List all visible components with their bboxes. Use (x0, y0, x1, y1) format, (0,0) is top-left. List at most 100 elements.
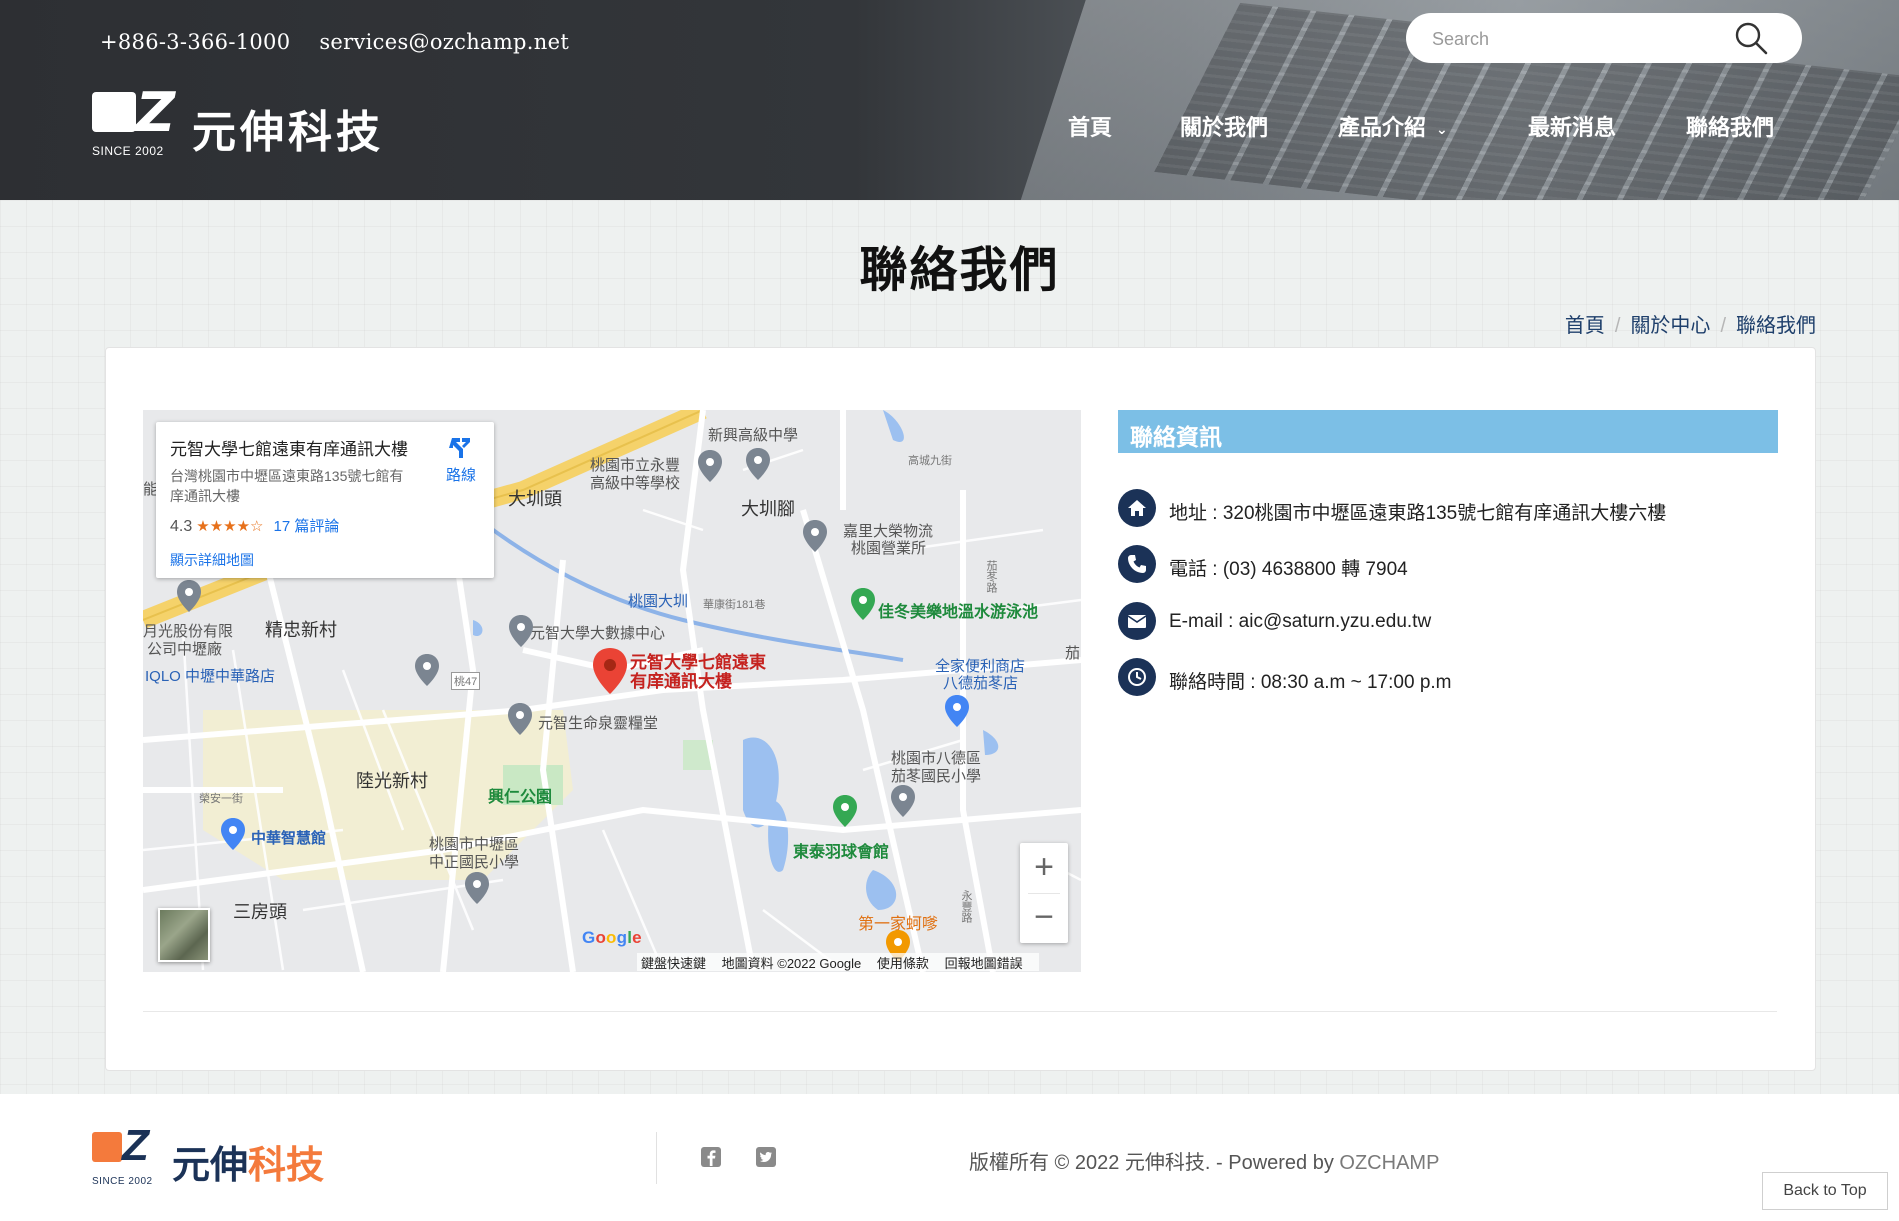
nav-contact[interactable]: 聯絡我們 (1686, 110, 1774, 142)
breadcrumb-home[interactable]: 首頁 (1565, 315, 1605, 337)
logo-mark-icon: Z SINCE 2002 (92, 81, 176, 158)
twitter-icon[interactable] (755, 1146, 777, 1168)
rating-stars-icon: ★★★★☆ (196, 518, 264, 535)
chevron-down-icon: ⌄ (1436, 120, 1448, 137)
breadcrumb-about[interactable]: 關於中心 (1630, 315, 1710, 337)
back-to-top-button[interactable]: Back to Top (1762, 1172, 1888, 1210)
zoom-in-button[interactable]: + (1020, 843, 1068, 893)
church-pin-icon[interactable] (508, 703, 532, 735)
phone-icon (1118, 545, 1156, 583)
poi-pin-icon[interactable] (851, 588, 875, 620)
poi-pin-icon[interactable] (833, 795, 857, 827)
map-label: 中華智慧館 (251, 830, 327, 847)
school-pin-icon[interactable] (891, 785, 915, 817)
map-data-credit: 地圖資料 ©2022 Google (721, 956, 862, 971)
map-zoom-controls: + − (1020, 843, 1068, 943)
map-label: 陸光新村 (356, 771, 428, 791)
map-label: 三房頭 (233, 902, 287, 922)
header-phone[interactable]: +886-3-366-1000 (100, 30, 290, 54)
map-label: 茄苳國民小學 (891, 768, 982, 785)
place-address: 台灣桃園市中壢區遠東路135號七館有庠通訊大樓 (170, 468, 404, 504)
footer-logo-mark-icon (92, 1132, 122, 1162)
nav-products[interactable]: 產品介紹 ⌄ (1338, 110, 1448, 142)
map-label: 華康街181巷 (703, 599, 766, 611)
map-label: 桃園大圳 (628, 593, 689, 610)
place-rating: 4.3 ★★★★☆ 17 篇評論 (170, 518, 340, 535)
map-terms-link[interactable]: 使用條款 (877, 956, 929, 971)
logo-since: SINCE 2002 (92, 144, 164, 158)
map-label: 元智生命泉靈糧堂 (538, 715, 659, 732)
powered-by-link[interactable]: OZCHAMP (1339, 1152, 1439, 1174)
contact-info-header: 聯絡資訊 (1118, 410, 1778, 453)
poi-pin-icon[interactable] (221, 818, 245, 850)
map-label: 大圳頭 (508, 489, 562, 509)
breadcrumb-current: 聯絡我們 (1736, 315, 1816, 337)
map-label: 桃47 (451, 672, 481, 690)
search-input[interactable] (1430, 25, 1734, 53)
footer-logo-since: SINCE 2002 (92, 1176, 153, 1187)
map-label: 大圳腳 (741, 499, 795, 519)
clock-icon (1118, 658, 1156, 696)
header-email[interactable]: services@ozchamp.net (319, 30, 569, 54)
contact-email[interactable]: E-mail : aic@saturn.yzu.edu.tw (1169, 611, 1431, 633)
copyright-text: 版權所有 © 2022 元伸科技. - Powered by OZCHAMP (969, 1152, 1440, 1174)
contact-phone: 電話 : (03) 4638800 轉 7904 (1169, 559, 1408, 580)
school-pin-icon[interactable] (698, 450, 722, 482)
map-label: IQLO 中壢中華路店 (145, 668, 276, 685)
map-label: 八德茄苳店 (943, 675, 1019, 692)
map-label: 東泰羽球會館 (793, 844, 890, 861)
map-label: 新興高級中學 (708, 427, 799, 444)
map-label: 高城九街 (908, 455, 952, 467)
directions-button[interactable]: 路線 (439, 434, 483, 485)
logo-name: 元伸科技 (192, 108, 384, 157)
directions-icon (449, 438, 470, 458)
contact-hours: 聯絡時間 : 08:30 a.m ~ 17:00 p.m (1169, 672, 1452, 693)
footer-divider (656, 1132, 657, 1184)
breadcrumb: 首頁 / 關於中心 / 聯絡我們 (1564, 315, 1816, 337)
poi-pin-icon[interactable] (177, 580, 201, 612)
school-pin-icon[interactable] (415, 654, 439, 686)
map-label: 佳冬美樂地溫水游泳池 (878, 604, 1039, 621)
map-place-card: 元智大學七館遠東有庠通訊大樓 台灣桃園市中壢區遠東路135號七館有庠通訊大樓 4… (156, 422, 494, 578)
school-pin-icon[interactable] (746, 448, 770, 480)
map-label: 中正國民小學 (429, 854, 520, 871)
larger-map-link[interactable]: 顯示詳細地圖 (170, 550, 254, 570)
map-pin-label: 元智大學七館遠東 有庠通訊大樓 (630, 653, 766, 691)
map-pin-icon[interactable] (593, 648, 627, 694)
map-attribution: 鍵盤快速鍵 地圖資料 ©2022 Google 使用條款 回報地圖錯誤 (637, 953, 1039, 971)
site-header: +886-3-366-1000 services@ozchamp.net Z S… (0, 0, 1899, 200)
map-keyboard-shortcuts[interactable]: 鍵盤快速鍵 (641, 956, 706, 971)
reviews-link[interactable]: 17 篇評論 (274, 518, 340, 535)
map-label: 桃園營業所 (851, 540, 927, 557)
envelope-icon (1118, 602, 1156, 640)
map-label: 永豐路 (960, 890, 972, 923)
satellite-toggle-button[interactable] (158, 908, 210, 962)
zoom-out-button[interactable]: − (1020, 893, 1068, 943)
header-contact: +886-3-366-1000 services@ozchamp.net (100, 30, 591, 54)
map-label: 榮安一街 (199, 793, 243, 805)
search-icon[interactable] (1734, 21, 1768, 55)
poi-pin-icon[interactable] (803, 520, 827, 552)
place-title: 元智大學七館遠東有庠通訊大樓 (170, 440, 408, 459)
map-label: 精忠新村 (265, 620, 337, 640)
map-label: 元智大學大數據中心 (530, 625, 666, 642)
nav-news[interactable]: 最新消息 (1528, 110, 1616, 142)
footer-logo-name: 元伸科技 (172, 1145, 325, 1187)
map-label: 高級中等學校 (590, 475, 681, 492)
contact-info-title: 聯絡資訊 (1130, 424, 1222, 450)
nav-about[interactable]: 關於我們 (1180, 110, 1268, 142)
page-title: 聯絡我們 (859, 244, 1060, 297)
google-logo: Google (582, 928, 642, 947)
facebook-icon[interactable] (700, 1146, 722, 1168)
map-label: 茄 (1065, 645, 1081, 662)
map-label: 茄苳路 (985, 560, 997, 593)
nav-home[interactable]: 首頁 (1068, 110, 1112, 142)
home-icon (1118, 489, 1156, 527)
school-pin-icon[interactable] (509, 615, 533, 647)
school-pin-icon[interactable] (465, 872, 489, 904)
map-report-error-link[interactable]: 回報地圖錯誤 (945, 956, 1023, 971)
card-divider (143, 1011, 1777, 1012)
search-box (1406, 13, 1802, 63)
map-label: 公司中壢廠 (147, 641, 223, 658)
poi-pin-icon[interactable] (945, 695, 969, 727)
